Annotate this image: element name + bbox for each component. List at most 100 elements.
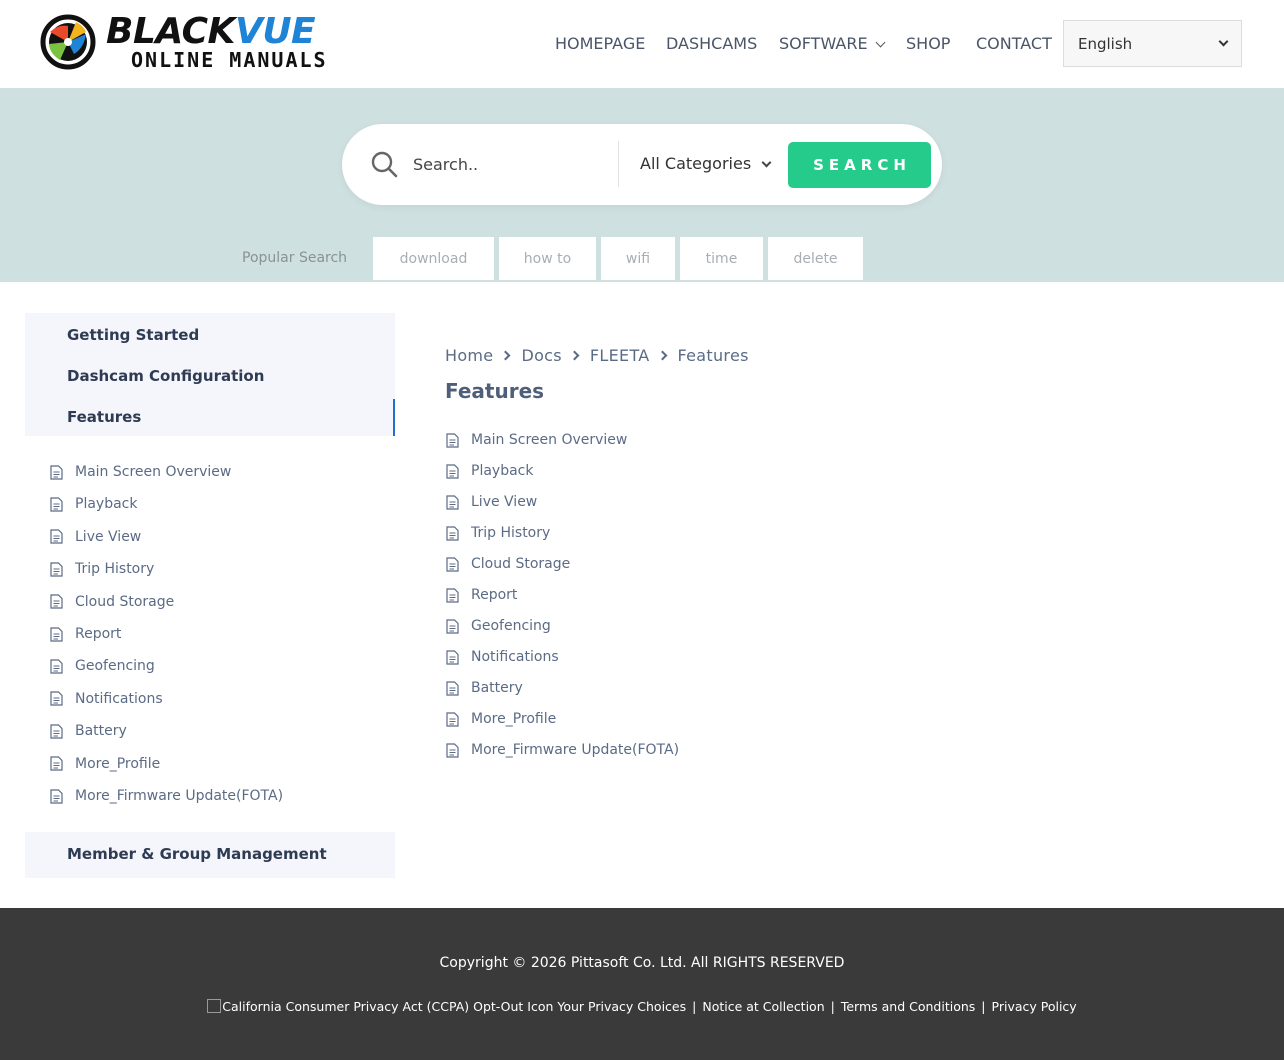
nav-dashcams[interactable]: DASHCAMS (666, 34, 757, 54)
chevron-right-icon (569, 350, 580, 361)
language-selected: English (1078, 34, 1133, 53)
document-icon (50, 497, 63, 512)
document-icon (50, 464, 63, 480)
main-doc-item-label: Battery (471, 680, 523, 696)
main-doc-item-label: Geofencing (471, 618, 551, 634)
main-doc-item[interactable]: Main Screen Overview (446, 430, 627, 450)
sidebar-item-dashcam-configuration[interactable]: Dashcam Configuration (67, 366, 264, 386)
sidebar-doc-item[interactable]: Live View (50, 527, 141, 547)
blackvue-logo-icon (40, 14, 96, 70)
document-icon (50, 691, 63, 706)
sidebar-doc-item-label: Geofencing (75, 658, 155, 675)
document-icon (50, 724, 63, 739)
sidebar-item-member-group-management[interactable]: Member & Group Management (67, 844, 327, 864)
active-indicator (393, 399, 395, 436)
chevron-down-icon (761, 157, 772, 168)
sidebar-doc-item-label: Cloud Storage (75, 593, 175, 610)
breadcrumb-current: Features (677, 346, 749, 365)
document-icon (446, 432, 459, 448)
main-doc-item[interactable]: Geofencing (446, 616, 551, 636)
copyright-text: Copyright © 2026 Pittasoft Co. Ltd. All … (439, 955, 845, 971)
category-select[interactable]: All Categories (640, 152, 772, 176)
nav-software[interactable]: SOFTWARE (779, 34, 886, 54)
footer-link-terms[interactable]: Terms and Conditions (841, 999, 975, 1014)
document-icon (446, 494, 459, 510)
main-doc-item[interactable]: More_Firmware Update(FOTA) (446, 740, 679, 760)
breadcrumb-home[interactable]: Home (445, 346, 493, 365)
main-doc-item[interactable]: Battery (446, 678, 523, 698)
sidebar-doc-item[interactable]: Main Screen Overview (50, 462, 231, 482)
sidebar-doc-item[interactable]: Cloud Storage (50, 592, 174, 612)
category-selected: All Categories (640, 154, 752, 173)
main-doc-item[interactable]: Trip History (446, 523, 550, 543)
footer-links: California Consumer Privacy Act (CCPA) O… (0, 998, 1284, 1016)
main-doc-item-label: Notifications (471, 649, 559, 665)
logo-wordmark: BLACKVUE (106, 11, 316, 52)
search-input[interactable] (413, 150, 603, 178)
main-doc-item[interactable]: Report (446, 585, 517, 605)
chevron-right-icon (657, 350, 667, 361)
document-icon (446, 587, 459, 603)
nav-shop[interactable]: SHOP (906, 34, 950, 54)
main-doc-item-label: Trip History (471, 525, 551, 541)
sidebar-doc-item-label: Main Screen Overview (75, 464, 232, 480)
breadcrumb: Home Docs FLEETA Features (445, 346, 749, 365)
footer-link-privacy-choices[interactable]: Your Privacy Choices (557, 999, 686, 1014)
sidebar-doc-item[interactable]: Playback (50, 494, 137, 514)
logo-subtitle: ONLINE MANUALS (131, 48, 328, 72)
sidebar-doc-item[interactable]: Battery (50, 721, 127, 741)
sidebar-doc-item[interactable]: Notifications (50, 689, 163, 709)
search-icon (371, 151, 398, 178)
footer-link-privacy-policy[interactable]: Privacy Policy (992, 999, 1077, 1014)
main-doc-item[interactable]: Live View (446, 492, 537, 512)
document-icon (50, 756, 63, 771)
sidebar-item-features[interactable]: Features (67, 407, 141, 427)
main-doc-item-label: Cloud Storage (471, 556, 571, 572)
search-divider (618, 141, 619, 187)
popular-tag-delete[interactable]: delete (768, 237, 863, 280)
chevron-down-icon (1218, 36, 1229, 47)
nav-contact[interactable]: CONTACT (976, 34, 1052, 54)
sidebar-doc-item[interactable]: Trip History (50, 559, 154, 579)
ccpa-opt-out-icon (207, 999, 222, 1013)
document-icon (50, 659, 63, 674)
popular-tag-wifi[interactable]: wifi (601, 237, 675, 280)
document-icon (50, 594, 63, 609)
main-doc-item[interactable]: Notifications (446, 647, 559, 667)
main-doc-item[interactable]: Cloud Storage (446, 554, 570, 574)
main-doc-item-label: Live View (471, 494, 538, 510)
document-icon (446, 463, 459, 479)
popular-tag-how-to[interactable]: how to (499, 237, 596, 280)
sidebar-doc-item[interactable]: More_Profile (50, 754, 160, 774)
popular-tag-time[interactable]: time (680, 237, 763, 280)
nav-software-label: SOFTWARE (779, 34, 868, 53)
document-icon (50, 562, 63, 577)
document-icon (446, 556, 459, 572)
sidebar-doc-item-label: Playback (75, 496, 138, 513)
sidebar-item-getting-started[interactable]: Getting Started (67, 325, 199, 345)
document-icon (446, 618, 459, 634)
nav-homepage[interactable]: HOMEPAGE (555, 34, 645, 54)
blackvue-logo[interactable]: BLACKVUE ONLINE MANUALS (40, 12, 345, 72)
breadcrumb-fleeta[interactable]: FLEETA (590, 346, 650, 365)
popular-tag-download[interactable]: download (373, 237, 494, 280)
sidebar-doc-item[interactable]: Report (50, 624, 121, 644)
sidebar-doc-item[interactable]: More_Firmware Update(FOTA) (50, 786, 283, 806)
main-doc-item[interactable]: More_Profile (446, 709, 556, 729)
sidebar-doc-item-label: More_Profile (75, 755, 161, 772)
search-button[interactable]: SEARCH (788, 142, 931, 188)
sidebar-doc-item[interactable]: Geofencing (50, 656, 155, 676)
document-icon (446, 649, 459, 665)
sidebar-doc-item-label: Battery (75, 723, 127, 740)
document-icon (50, 529, 63, 544)
main-doc-item-label: Report (471, 587, 518, 603)
breadcrumb-docs[interactable]: Docs (521, 346, 561, 365)
main-doc-item-label: Main Screen Overview (471, 432, 628, 448)
footer-link-notice-at-collection[interactable]: Notice at Collection (702, 999, 824, 1014)
main-doc-item[interactable]: Playback (446, 461, 533, 481)
document-icon (446, 742, 459, 758)
sidebar-doc-item-label: Notifications (75, 690, 163, 707)
sidebar-doc-item-label: Trip History (75, 561, 155, 578)
chevron-right-icon (501, 350, 511, 361)
language-select[interactable]: English (1063, 20, 1242, 67)
